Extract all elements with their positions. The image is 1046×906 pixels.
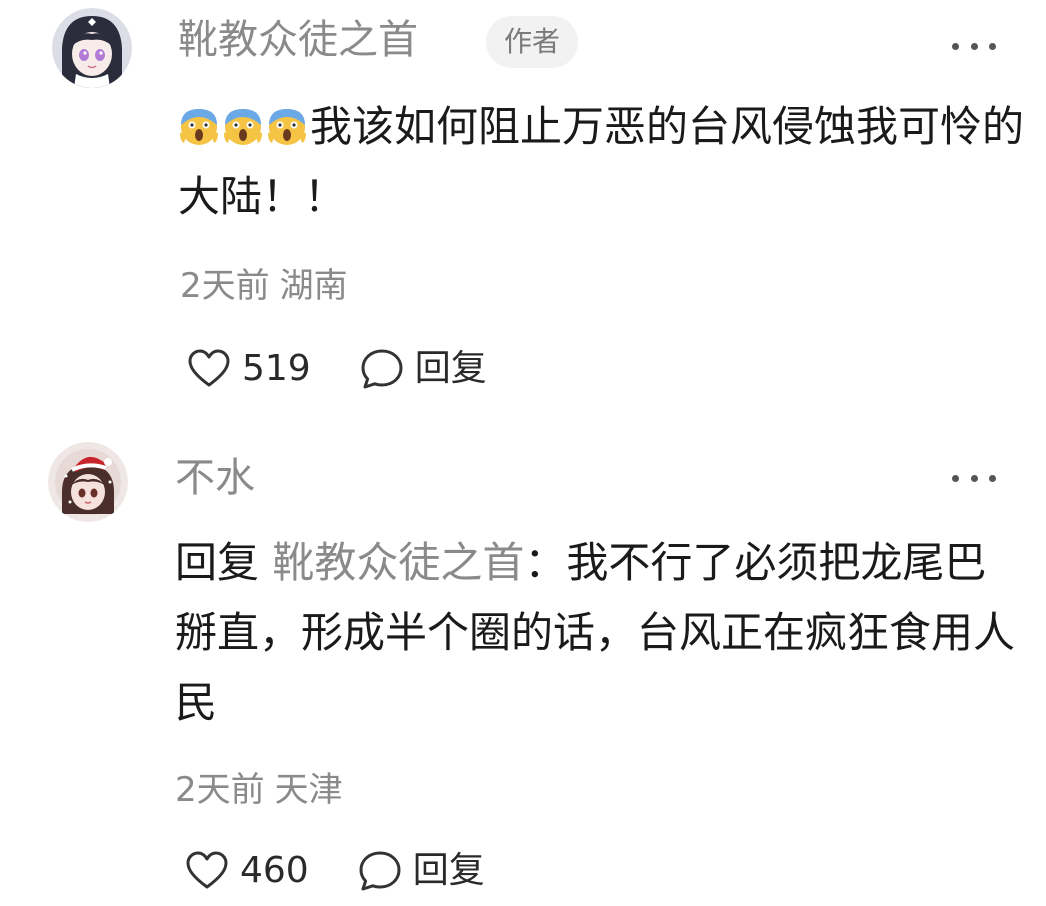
- comment-region: 天津: [274, 770, 343, 810]
- comment-actions: 519 回复: [186, 344, 487, 394]
- comment-time: 2天前: [180, 266, 270, 306]
- like-count: 519: [242, 348, 311, 389]
- author-badge: 作者: [486, 16, 579, 68]
- anime-santa-hat-avatar-icon: [48, 442, 128, 522]
- avatar[interactable]: [52, 8, 132, 88]
- comment-text: 我该如何阻止万恶的台风侵蚀我可怜的大陆！！: [178, 92, 1028, 232]
- reply-button[interactable]: 回复: [359, 344, 487, 394]
- anime-girl-avatar-icon: [52, 8, 132, 88]
- comment-time: 2天前: [175, 770, 265, 810]
- more-options-icon[interactable]: [952, 40, 996, 52]
- like-count: 460: [240, 850, 309, 891]
- comment-region: 湖南: [279, 266, 348, 306]
- comment-item: 不水 回复 靴教众徒之首：我不行了必须把龙尾巴掰直，形成半个圈的话，台风正在疯狂…: [0, 420, 1046, 906]
- reply-prefix: 回复: [175, 538, 260, 587]
- reply-label: 回复: [414, 348, 487, 389]
- scream-emoji-icon: [268, 109, 306, 145]
- heart-icon[interactable]: [184, 848, 230, 894]
- reply-label: 回复: [412, 850, 485, 891]
- comment-actions: 460 回复: [184, 846, 485, 896]
- heart-icon[interactable]: [186, 346, 232, 392]
- comment-meta: 2天前 湖南: [180, 266, 348, 306]
- comment-item: 靴教众徒之首 作者 我该如何阻止万恶的台风侵蚀我可怜的大陆！！ 2天前 湖南 5…: [0, 0, 1046, 420]
- reply-button[interactable]: 回复: [357, 846, 485, 896]
- username[interactable]: 不水: [175, 454, 255, 502]
- avatar[interactable]: [48, 442, 128, 522]
- speech-bubble-icon: [359, 851, 401, 891]
- comment-text: 回复 靴教众徒之首：我不行了必须把龙尾巴掰直，形成半个圈的话，台风正在疯狂食用人…: [175, 528, 1025, 738]
- reply-target-username[interactable]: 靴教众徒之首: [272, 538, 524, 587]
- username[interactable]: 靴教众徒之首: [178, 16, 418, 64]
- more-options-icon[interactable]: [952, 472, 996, 484]
- speech-bubble-icon: [361, 349, 403, 389]
- scream-emoji-icon: [224, 109, 262, 145]
- scream-emoji-icon: [180, 109, 218, 145]
- comment-meta: 2天前 天津: [175, 770, 343, 810]
